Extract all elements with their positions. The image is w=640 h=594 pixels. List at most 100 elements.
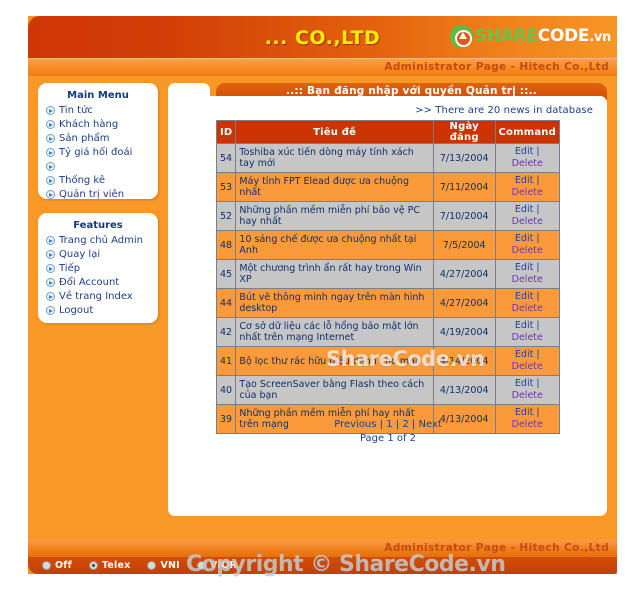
sidebar-label[interactable]: Quay lại: [59, 249, 100, 260]
sidebar-item-san-pham[interactable]: Sản phẩm: [46, 132, 158, 145]
sidebar-item-ty-gia-hoi-doai[interactable]: Tỷ giá hối đoái: [46, 146, 158, 159]
sidebar-item-logout[interactable]: Logout: [46, 304, 158, 317]
edit-link[interactable]: Edit: [515, 262, 533, 273]
sidebar-label[interactable]: Khách hàng: [59, 119, 118, 130]
cell-id: 44: [215, 288, 237, 318]
sidebar-item-quan-tri-vien[interactable]: Quản trị viên: [46, 188, 158, 201]
pager-separator: |: [411, 419, 416, 430]
sidebar-item-tin-tuc[interactable]: Tin tức: [46, 104, 158, 117]
cell-date: 7/13/2004: [432, 143, 496, 173]
cell-title: 10 sáng chế được ưa chuộng nhất tại Anh: [235, 230, 434, 260]
sidebar-item-blank[interactable]: [46, 160, 158, 173]
table-row: 52 Những phần mềm miễn phí bảo vệ PC hay…: [215, 201, 560, 231]
edit-link[interactable]: Edit: [515, 146, 533, 157]
sidebar-label[interactable]: Thống kê: [59, 175, 105, 186]
admin-strip-bottom-text: Administrator Page - Hitech Co.,Ltd: [384, 542, 609, 554]
sidebar-label[interactable]: Sản phẩm: [59, 133, 110, 144]
radio-icon[interactable]: [196, 561, 206, 570]
next-page-link[interactable]: Next: [418, 419, 441, 430]
edit-link[interactable]: Edit: [515, 291, 533, 302]
database-count-note: >> There are 20 news in database: [415, 105, 593, 116]
arrow-circle-icon: [46, 106, 55, 115]
delete-link[interactable]: Delete: [512, 158, 543, 169]
sidebar-label[interactable]: Logout: [59, 305, 93, 316]
table-row: 53 Máy tính FPT Elead được ưa chuộng nhấ…: [215, 172, 560, 202]
radio-icon[interactable]: [88, 561, 98, 570]
input-method-label: Off: [55, 560, 72, 571]
input-method-label: VIQR: [209, 560, 237, 571]
recycle-icon: [449, 24, 473, 48]
main-menu-list: Tin tức Khách hàng Sản phẩm Tỷ giá hối đ…: [38, 104, 158, 201]
edit-link[interactable]: Edit: [515, 204, 533, 215]
delete-link[interactable]: Delete: [512, 332, 543, 343]
sidebar-item-ve-trang-index[interactable]: Về trang Index: [46, 290, 158, 303]
sidebar-item-tiep[interactable]: Tiếp: [46, 262, 158, 275]
arrow-circle-icon: [46, 190, 55, 199]
delete-link[interactable]: Delete: [512, 303, 543, 314]
cell-title: Bút vẽ thông minh ngay trên màn hình des…: [235, 288, 434, 318]
command-separator: |: [536, 407, 540, 418]
sidebar-label[interactable]: Quản trị viên: [59, 189, 124, 200]
sidebar-label[interactable]: Trang chủ Admin: [59, 235, 143, 246]
main-menu-panel: Main Menu Tin tức Khách hàng Sản phẩm Tỷ…: [38, 83, 158, 201]
pagination: Previous | 1 | 2 | Next Page 1 of 2: [216, 418, 560, 446]
input-method-label: VNI: [160, 560, 180, 571]
cell-title: Tạo ScreenSaver bằng Flash theo cách của…: [235, 375, 434, 405]
sidebar-label[interactable]: Đổi Account: [59, 277, 119, 288]
sidebar-item-doi-account[interactable]: Đổi Account: [46, 276, 158, 289]
delete-link[interactable]: Delete: [512, 361, 543, 372]
sidebar-label[interactable]: Tỷ giá hối đoái: [59, 147, 132, 158]
cell-date: 4/27/2004: [432, 259, 496, 289]
logo-tld-text: .vn: [589, 29, 611, 45]
table-row: 54 Toshiba xúc tiến dòng máy tính xách t…: [215, 143, 560, 173]
delete-link[interactable]: Delete: [512, 390, 543, 401]
delete-link[interactable]: Delete: [512, 245, 543, 256]
edit-link[interactable]: Edit: [515, 233, 533, 244]
pagination-links: Previous | 1 | 2 | Next: [216, 418, 560, 432]
table-header-row: ID Tiêu đề Ngày đăng Command: [215, 120, 560, 144]
cell-date: 7/10/2004: [432, 201, 496, 231]
previous-page-link[interactable]: Previous: [334, 419, 376, 430]
cell-title: Toshiba xúc tiến dòng máy tính xách tay …: [235, 143, 434, 173]
sidebar-item-trang-chu-admin[interactable]: Trang chủ Admin: [46, 234, 158, 247]
input-method-telex[interactable]: Telex: [88, 560, 131, 571]
sidebar-item-quay-lai[interactable]: Quay lại: [46, 248, 158, 261]
cell-id: 42: [215, 317, 237, 347]
sidebar-item-thong-ke[interactable]: Thống kê: [46, 174, 158, 187]
cell-command: Edit | Delete: [494, 201, 560, 231]
edit-link[interactable]: Edit: [515, 407, 533, 418]
input-method-vni[interactable]: VNI: [147, 560, 180, 571]
sidebar-label[interactable]: Về trang Index: [59, 291, 133, 302]
radio-icon[interactable]: [42, 561, 51, 570]
sidebar-label[interactable]: Tiếp: [59, 263, 80, 274]
delete-link[interactable]: Delete: [512, 274, 543, 285]
col-command: Command: [494, 120, 560, 144]
arrow-circle-icon: [46, 120, 55, 129]
command-separator: |: [536, 262, 540, 273]
cell-date: 4/13/2004: [432, 375, 496, 405]
edit-link[interactable]: Edit: [515, 378, 533, 389]
cell-command: Edit | Delete: [494, 375, 560, 405]
cell-title: Những phần mềm miễn phí bảo vệ PC hay nh…: [235, 201, 434, 231]
table-row: 44 Bút vẽ thông minh ngay trên màn hình …: [215, 288, 560, 318]
input-method-viqr[interactable]: VIQR: [196, 560, 237, 571]
radio-icon[interactable]: [147, 561, 157, 570]
input-method-label: Telex: [101, 560, 131, 571]
sidebar-item-khach-hang[interactable]: Khách hàng: [46, 118, 158, 131]
page-2-link[interactable]: 2: [402, 419, 408, 430]
cell-title: Máy tính FPT Elead được ưa chuộng nhất: [235, 172, 434, 202]
edit-link[interactable]: Edit: [515, 175, 533, 186]
input-method-off[interactable]: Off: [42, 560, 72, 571]
pager-separator: |: [395, 419, 400, 430]
page-1-link[interactable]: 1: [386, 419, 392, 430]
features-list: Trang chủ Admin Quay lại Tiếp Đổi Accoun…: [38, 234, 158, 317]
delete-link[interactable]: Delete: [512, 187, 543, 198]
edit-link[interactable]: Edit: [515, 349, 533, 360]
delete-link[interactable]: Delete: [512, 216, 543, 227]
content-panel: >> There are 20 news in database ID Tiêu…: [168, 96, 607, 516]
edit-link[interactable]: Edit: [515, 320, 533, 331]
cell-command: Edit | Delete: [494, 346, 560, 376]
pager-separator: |: [379, 419, 384, 430]
sidebar-label[interactable]: Tin tức: [59, 105, 93, 116]
table-row: 42 Cơ sở dữ liệu các lỗ hổng bảo mật lớn…: [215, 317, 560, 347]
